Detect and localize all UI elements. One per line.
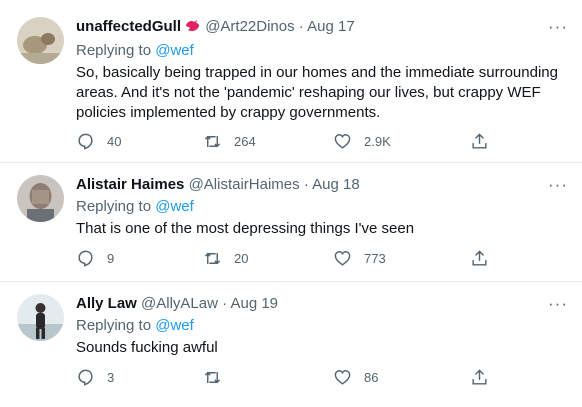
replying-handle-link[interactable]: @wef bbox=[155, 42, 194, 59]
retweet-count: 20 bbox=[234, 251, 249, 266]
retweet-icon bbox=[204, 371, 221, 384]
reply-count: 9 bbox=[107, 251, 115, 266]
tweet-actions: 40 264 2.9K bbox=[0, 132, 582, 154]
tweet-text: That is one of the most depressing thing… bbox=[76, 220, 415, 237]
tweet-actions: 9 20 773 bbox=[0, 249, 582, 271]
author-handle[interactable]: @Art22Dinos bbox=[205, 18, 294, 35]
tweet-text: Sounds fucking awful bbox=[76, 339, 218, 356]
heart-icon bbox=[334, 134, 351, 149]
retweet-icon bbox=[204, 135, 221, 148]
replying-handle-link[interactable]: @wef bbox=[155, 317, 194, 334]
author-handle[interactable]: @AlistairHaimes bbox=[189, 176, 300, 193]
replying-to: Replying to @wef bbox=[76, 41, 568, 61]
retweet-button[interactable]: 20 bbox=[203, 249, 248, 268]
tweet-header: unaffectedGull @Art22Dinos · Aug 17 bbox=[76, 17, 568, 39]
more-options-icon[interactable]: ··· bbox=[548, 17, 568, 37]
like-count: 2.9K bbox=[364, 134, 391, 149]
tweet[interactable]: Alistair Haimes @AlistairHaimes · Aug 18… bbox=[0, 163, 582, 282]
tweet-date[interactable]: Aug 17 bbox=[307, 18, 355, 35]
avatar[interactable] bbox=[17, 175, 64, 222]
replying-to: Replying to @wef bbox=[76, 197, 568, 217]
replying-to: Replying to @wef bbox=[76, 316, 568, 336]
reply-icon bbox=[78, 133, 93, 150]
retweet-button[interactable]: 264 bbox=[203, 132, 256, 151]
like-button[interactable]: 773 bbox=[333, 249, 386, 268]
tweet-text: So, basically being trapped in our homes… bbox=[76, 64, 558, 121]
avatar[interactable] bbox=[17, 294, 64, 341]
tweet[interactable]: unaffectedGull @Art22Dinos · Aug 17 ··· … bbox=[0, 0, 582, 163]
share-button[interactable] bbox=[470, 368, 489, 387]
tweet-date[interactable]: Aug 18 bbox=[312, 176, 360, 193]
reply-button[interactable]: 40 bbox=[76, 132, 121, 151]
heart-icon bbox=[334, 370, 351, 385]
reply-icon bbox=[78, 250, 93, 267]
tweet-header: Alistair Haimes @AlistairHaimes · Aug 18 bbox=[76, 175, 568, 195]
separator: · bbox=[222, 295, 228, 312]
reply-button[interactable]: 3 bbox=[76, 368, 114, 387]
reply-icon bbox=[78, 369, 93, 386]
tweet-actions: 3 86 bbox=[0, 368, 582, 390]
replying-prefix: Replying to bbox=[76, 42, 152, 59]
author-handle[interactable]: @AllyALaw bbox=[141, 295, 218, 312]
like-count: 86 bbox=[364, 370, 379, 385]
retweet-button[interactable] bbox=[203, 368, 234, 387]
heart-icon bbox=[334, 251, 351, 266]
more-options-icon[interactable]: ··· bbox=[548, 175, 568, 195]
author-name[interactable]: Ally Law bbox=[76, 295, 137, 312]
like-button[interactable]: 2.9K bbox=[333, 132, 391, 151]
replying-handle-link[interactable]: @wef bbox=[155, 198, 194, 215]
share-button[interactable] bbox=[470, 132, 489, 151]
share-button[interactable] bbox=[470, 249, 489, 268]
reply-count: 3 bbox=[107, 370, 115, 385]
reply-count: 40 bbox=[107, 134, 122, 149]
retweet-count: 264 bbox=[234, 134, 256, 149]
like-count: 773 bbox=[364, 251, 386, 266]
separator: · bbox=[303, 176, 309, 193]
avatar[interactable] bbox=[17, 17, 64, 64]
tweet-header: Ally Law @AllyALaw · Aug 19 bbox=[76, 294, 568, 314]
replying-prefix: Replying to bbox=[76, 317, 152, 334]
separator: · bbox=[298, 18, 304, 35]
bird-badge-icon bbox=[185, 19, 201, 39]
share-icon bbox=[472, 369, 487, 385]
reply-button[interactable]: 9 bbox=[76, 249, 114, 268]
share-icon bbox=[472, 250, 487, 266]
author-name[interactable]: unaffectedGull bbox=[76, 18, 181, 35]
author-name[interactable]: Alistair Haimes bbox=[76, 176, 184, 193]
more-options-icon[interactable]: ··· bbox=[548, 294, 568, 314]
retweet-icon bbox=[204, 252, 221, 265]
tweet-date[interactable]: Aug 19 bbox=[230, 295, 278, 312]
replying-prefix: Replying to bbox=[76, 198, 152, 215]
like-button[interactable]: 86 bbox=[333, 368, 378, 387]
tweet[interactable]: Ally Law @AllyALaw · Aug 19 ··· Replying… bbox=[0, 282, 582, 407]
share-icon bbox=[472, 133, 487, 149]
